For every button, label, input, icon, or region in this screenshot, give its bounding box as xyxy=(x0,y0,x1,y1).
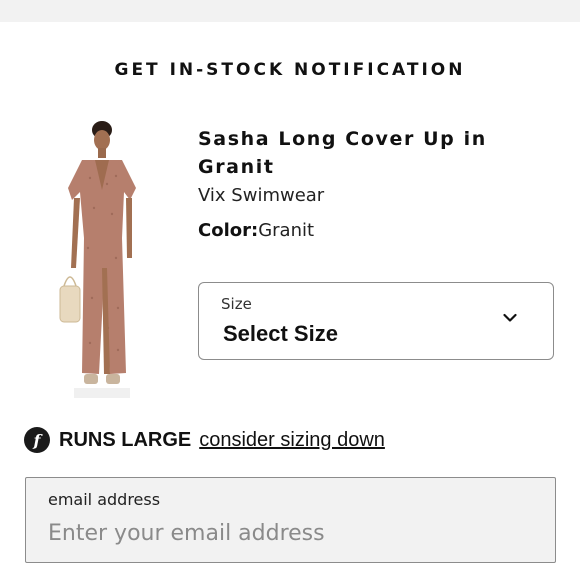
email-input[interactable] xyxy=(48,516,528,550)
product-image[interactable] xyxy=(52,118,148,404)
arm-right xyxy=(126,198,132,258)
neck xyxy=(98,148,106,158)
bag-handle xyxy=(63,276,77,287)
email-field[interactable]: email address xyxy=(25,477,556,563)
email-label: email address xyxy=(48,490,161,509)
product-name: Sasha Long Cover Up in Granit xyxy=(198,128,487,178)
top-strip xyxy=(0,0,580,22)
size-label: Size xyxy=(221,295,252,313)
fit-note: f RUNS LARGE consider sizing down xyxy=(24,426,385,454)
color-line: Color:Granit xyxy=(198,219,314,243)
sandal-left xyxy=(84,374,98,384)
sandal-right xyxy=(106,374,120,384)
brand-name: Vix Swimwear xyxy=(198,185,325,206)
head xyxy=(94,130,110,150)
dress xyxy=(68,160,136,374)
modal-title: GET IN-STOCK NOTIFICATION xyxy=(114,60,466,80)
size-value: Select Size xyxy=(223,321,338,346)
arm-left xyxy=(71,198,80,268)
color-label: Color: xyxy=(198,220,259,241)
chevron-down-icon xyxy=(503,313,517,322)
color-value: Granit xyxy=(258,220,315,241)
size-select[interactable]: Size Select Size xyxy=(198,282,554,360)
fit-f-icon: f xyxy=(24,427,50,453)
fit-label: RUNS LARGE xyxy=(59,428,192,451)
bag xyxy=(59,285,81,323)
consider-sizing-down-link[interactable]: consider sizing down xyxy=(199,429,385,452)
floor-shadow xyxy=(74,388,130,398)
